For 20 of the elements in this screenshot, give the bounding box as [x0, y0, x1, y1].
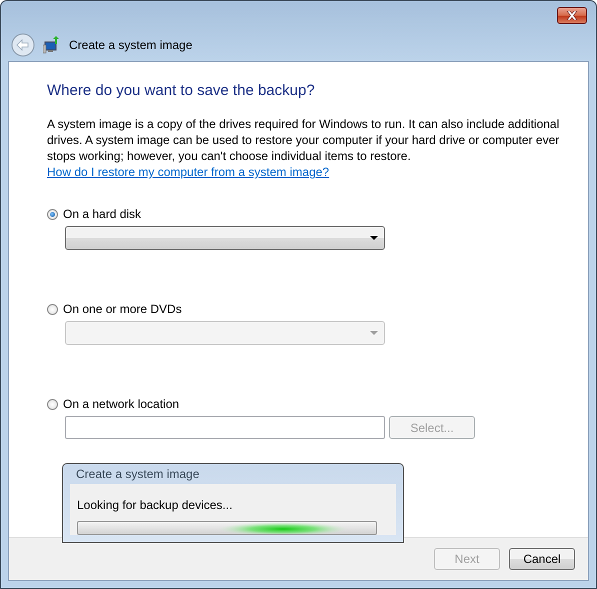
radio-button[interactable] — [47, 398, 58, 410]
dialog-button[interactable]: Cancel — [509, 548, 575, 570]
option-label: On a network location — [63, 397, 180, 411]
computer-backup-icon — [43, 36, 61, 54]
close-button[interactable] — [557, 6, 587, 24]
window-title: Create a system image — [69, 38, 192, 52]
dropdown-arrow-icon — [370, 331, 378, 335]
close-icon — [566, 10, 578, 20]
dropdown-arrow-icon — [370, 236, 378, 240]
description-text: A system image is a copy of the drives required for Windows to run. It can also include additional drives. A system image can be used to restore your computer if your hard drive or computer ever stops working; however, you can't choose individual items to restore. How do I restore my computer from a system image? — [47, 116, 560, 180]
dialog-title: Create a system image — [75, 466, 200, 483]
option-label: On one or more DVDs — [63, 302, 182, 316]
option-label: On a hard disk — [63, 207, 142, 221]
path-field[interactable] — [65, 416, 385, 439]
help-link[interactable]: How do I restore my computer from a system image? — [47, 165, 330, 179]
status-message: Looking for backup devices... — [77, 498, 234, 512]
radio-button[interactable] — [47, 208, 58, 220]
drive-dropdown[interactable] — [65, 226, 385, 250]
page-heading: Where do you want to save the backup? — [47, 82, 316, 99]
back-button[interactable] — [11, 33, 35, 57]
